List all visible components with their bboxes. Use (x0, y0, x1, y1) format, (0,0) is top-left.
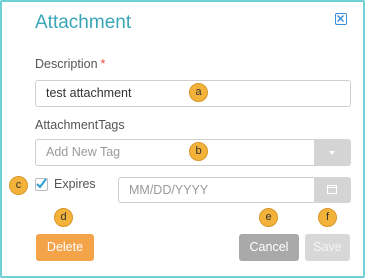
tags-dropdown-button[interactable] (314, 139, 351, 166)
dialog-title: Attachment (35, 12, 132, 33)
tags-placeholder: Add New Tag (46, 145, 121, 159)
expires-date-input[interactable]: MM/DD/YYYY (118, 177, 315, 203)
description-label: Description * (35, 57, 105, 71)
callout-c: c (9, 176, 28, 195)
checkmark-icon (36, 178, 47, 189)
attachment-dialog: Attachment Description * test attachment … (0, 0, 365, 278)
delete-button[interactable]: Delete (36, 234, 94, 261)
tags-label: AttachmentTags (35, 118, 125, 132)
callout-b: b (189, 142, 208, 161)
expires-checkbox[interactable] (35, 178, 48, 191)
callout-a: a (189, 83, 208, 102)
description-value: test attachment (46, 86, 132, 100)
callout-f: f (318, 208, 337, 227)
date-placeholder: MM/DD/YYYY (129, 183, 209, 197)
cancel-button[interactable]: Cancel (239, 234, 299, 261)
close-icon[interactable] (335, 13, 347, 25)
callout-d: d (54, 208, 73, 227)
expires-label: Expires (54, 177, 96, 191)
save-button[interactable]: Save (305, 234, 350, 261)
chevron-down-icon (329, 151, 335, 155)
callout-e: e (259, 208, 278, 227)
calendar-icon (327, 185, 337, 194)
required-mark: * (100, 57, 106, 71)
tags-input[interactable]: Add New Tag (35, 139, 315, 166)
description-label-text: Description (35, 57, 98, 71)
calendar-button[interactable] (314, 177, 351, 203)
